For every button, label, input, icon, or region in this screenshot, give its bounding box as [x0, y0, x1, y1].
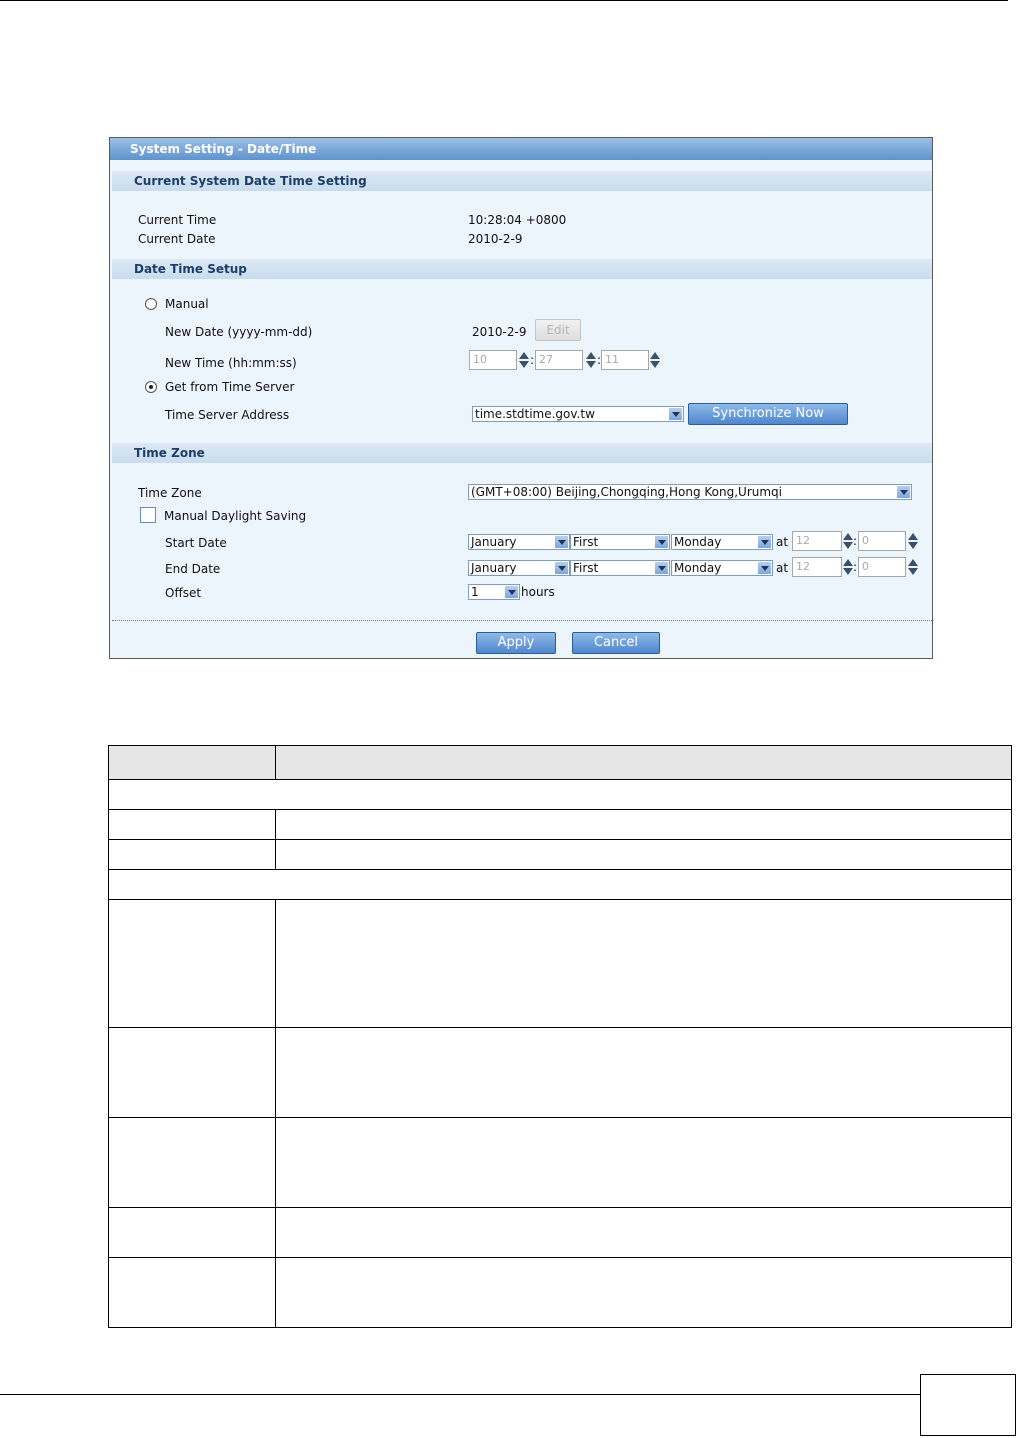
minute-spinner-icon[interactable] — [585, 350, 596, 370]
start-hour-spinner-icon[interactable] — [842, 531, 853, 551]
offset-label: Offset — [165, 586, 202, 600]
table-column-divider — [275, 810, 276, 870]
section-current-setting: Current System Date Time Setting — [112, 171, 932, 191]
time-zone-select[interactable]: (GMT+08:00) Beijing,Chongqing,Hong Kong,… — [468, 484, 912, 500]
get-from-server-label: Get from Time Server — [165, 380, 295, 394]
end-hour-input[interactable]: 12 — [792, 557, 842, 577]
start-colon: : — [853, 534, 858, 548]
chevron-down-icon — [655, 536, 668, 548]
new-date-label: New Date (yyyy-mm-dd) — [165, 325, 313, 339]
start-hour-input[interactable]: 12 — [792, 531, 842, 551]
start-week-select[interactable]: First — [570, 534, 670, 550]
chevron-down-icon — [758, 562, 771, 574]
page-number-box — [920, 1374, 1016, 1436]
table-row — [109, 1028, 1011, 1118]
chevron-down-icon — [897, 486, 910, 498]
time-server-radio[interactable] — [145, 381, 157, 393]
table-row — [109, 810, 1011, 840]
offset-select[interactable]: 1 — [468, 584, 520, 600]
table-column-divider — [275, 746, 276, 780]
start-month-value: January — [471, 535, 517, 549]
time-colon-1: : — [530, 353, 535, 367]
new-date-value: 2010-2-9 — [472, 325, 527, 339]
start-week-value: First — [573, 535, 599, 549]
start-at-label: at — [776, 535, 789, 549]
description-table — [108, 745, 1012, 1328]
end-date-label: End Date — [165, 562, 221, 576]
time-server-select[interactable]: time.stdtime.gov.tw — [472, 406, 684, 422]
chevron-down-icon — [505, 586, 518, 598]
table-section-row — [109, 870, 1011, 900]
footer-divider — [112, 620, 932, 621]
cancel-button[interactable]: Cancel — [572, 632, 660, 654]
footer-rule — [0, 1394, 920, 1395]
current-time-value: 10:28:04 +0800 — [468, 213, 567, 227]
apply-button[interactable]: Apply — [476, 632, 556, 654]
start-minute-spinner-icon[interactable] — [907, 531, 918, 551]
end-week-select[interactable]: First — [570, 560, 670, 576]
chevron-down-icon — [655, 562, 668, 574]
current-date-value: 2010-2-9 — [468, 232, 523, 246]
offset-value: 1 — [471, 585, 479, 599]
chevron-down-icon — [555, 536, 568, 548]
new-time-label: New Time (hh:mm:ss) — [165, 356, 297, 370]
table-column-divider — [275, 900, 276, 1327]
daylight-saving-checkbox[interactable] — [140, 507, 156, 523]
start-day-select[interactable]: Monday — [671, 534, 773, 550]
daylight-saving-label: Manual Daylight Saving — [164, 509, 307, 523]
server-address-label: Time Server Address — [165, 408, 290, 422]
synchronize-now-button[interactable]: Synchronize Now — [688, 403, 848, 425]
current-time-label: Current Time — [138, 213, 217, 227]
end-at-label: at — [776, 561, 789, 575]
end-minute-input[interactable]: 0 — [858, 557, 906, 577]
end-month-value: January — [471, 561, 517, 575]
start-minute-input[interactable]: 0 — [858, 531, 906, 551]
end-month-select[interactable]: January — [468, 560, 570, 576]
start-day-value: Monday — [674, 535, 722, 549]
hour-spinner-icon[interactable] — [518, 350, 529, 370]
end-colon: : — [853, 560, 858, 574]
minute-input[interactable]: 27 — [535, 350, 583, 370]
end-day-value: Monday — [674, 561, 722, 575]
top-rule — [0, 0, 1008, 1]
start-date-label: Start Date — [165, 536, 227, 550]
manual-label: Manual — [165, 297, 209, 311]
end-hour-spinner-icon[interactable] — [842, 557, 853, 577]
chevron-down-icon — [669, 408, 682, 420]
current-date-label: Current Date — [138, 232, 216, 246]
table-row — [109, 1118, 1011, 1208]
table-row — [109, 1208, 1011, 1258]
time-zone-value: (GMT+08:00) Beijing,Chongqing,Hong Kong,… — [471, 485, 783, 499]
hour-input[interactable]: 10 — [469, 350, 517, 370]
chevron-down-icon — [758, 536, 771, 548]
end-day-select[interactable]: Monday — [671, 560, 773, 576]
second-input[interactable]: 11 — [601, 350, 649, 370]
start-month-select[interactable]: January — [468, 534, 570, 550]
chevron-down-icon — [555, 562, 568, 574]
table-header-row — [109, 746, 1011, 780]
time-zone-label: Time Zone — [138, 486, 202, 500]
time-server-value: time.stdtime.gov.tw — [475, 407, 595, 421]
section-time-zone: Time Zone — [112, 443, 932, 463]
end-minute-spinner-icon[interactable] — [907, 557, 918, 577]
panel-title: System Setting - Date/Time — [110, 138, 932, 160]
manual-radio[interactable] — [145, 298, 157, 310]
table-row — [109, 900, 1011, 1028]
date-time-panel: System Setting - Date/Time Current Syste… — [109, 137, 933, 659]
section-date-time-setup: Date Time Setup — [112, 259, 932, 279]
table-section-row — [109, 780, 1011, 810]
hours-label: hours — [521, 585, 555, 599]
end-week-value: First — [573, 561, 599, 575]
edit-date-button[interactable]: Edit — [535, 319, 581, 341]
second-spinner-icon[interactable] — [649, 350, 660, 370]
table-row — [109, 840, 1011, 870]
